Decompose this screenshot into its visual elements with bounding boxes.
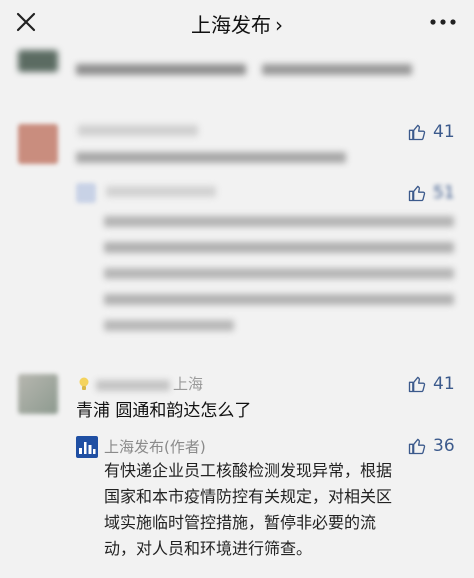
comment-text: 青浦 圆通和韵达怎么了 — [76, 401, 252, 421]
like-count: 51 — [433, 183, 455, 203]
top-bar: 上海发布 › — [0, 0, 474, 50]
redacted-text — [104, 242, 454, 253]
reply-avatar — [76, 436, 98, 458]
avatar — [18, 50, 58, 72]
redacted-text — [262, 64, 412, 75]
redacted-author — [96, 380, 170, 391]
reply-like-button[interactable]: 36 — [407, 435, 455, 457]
redacted-text — [76, 152, 346, 163]
redacted-text — [104, 320, 234, 331]
more-options-icon[interactable] — [428, 12, 458, 32]
thumbs-up-icon — [408, 438, 426, 455]
reply-line: 域实施临时管控措施，暂停非必要的流 — [104, 513, 377, 532]
redacted-text — [104, 294, 454, 305]
like-count: 41 — [433, 374, 455, 394]
like-button[interactable]: 41 — [407, 373, 455, 395]
lightbulb-icon — [79, 377, 89, 390]
reply-author: 上海发布(作者) — [104, 438, 206, 456]
avatar — [18, 124, 58, 164]
like-button[interactable]: 41 — [407, 121, 455, 143]
thumbs-up-icon — [408, 376, 426, 393]
reply-line: 国家和本市疫情防控有关规定，对相关区 — [104, 487, 393, 506]
redacted-text — [76, 64, 246, 75]
chevron-right-icon: › — [275, 13, 283, 37]
redacted-author — [106, 186, 216, 197]
shanghai-fabu-logo-icon — [79, 442, 96, 454]
thumbs-up-icon — [408, 124, 426, 141]
redacted-text — [104, 268, 454, 279]
redacted-author — [78, 125, 198, 136]
comment-author-location: 上海 — [173, 375, 204, 393]
reply-line: 有快递企业员工核酸检测发现异常，根据 — [104, 461, 393, 480]
like-count: 41 — [433, 122, 455, 142]
account-title-button[interactable]: 上海发布 › — [0, 9, 474, 38]
redacted-text — [104, 216, 454, 227]
thumbs-up-icon — [408, 185, 426, 202]
reply-avatar — [76, 183, 96, 203]
reply-line: 动，对人员和环境进行筛查。 — [104, 539, 313, 558]
reply-like-button[interactable]: 51 — [407, 182, 455, 204]
account-title: 上海发布 — [191, 13, 271, 37]
like-count: 36 — [433, 436, 455, 456]
avatar — [18, 374, 58, 414]
